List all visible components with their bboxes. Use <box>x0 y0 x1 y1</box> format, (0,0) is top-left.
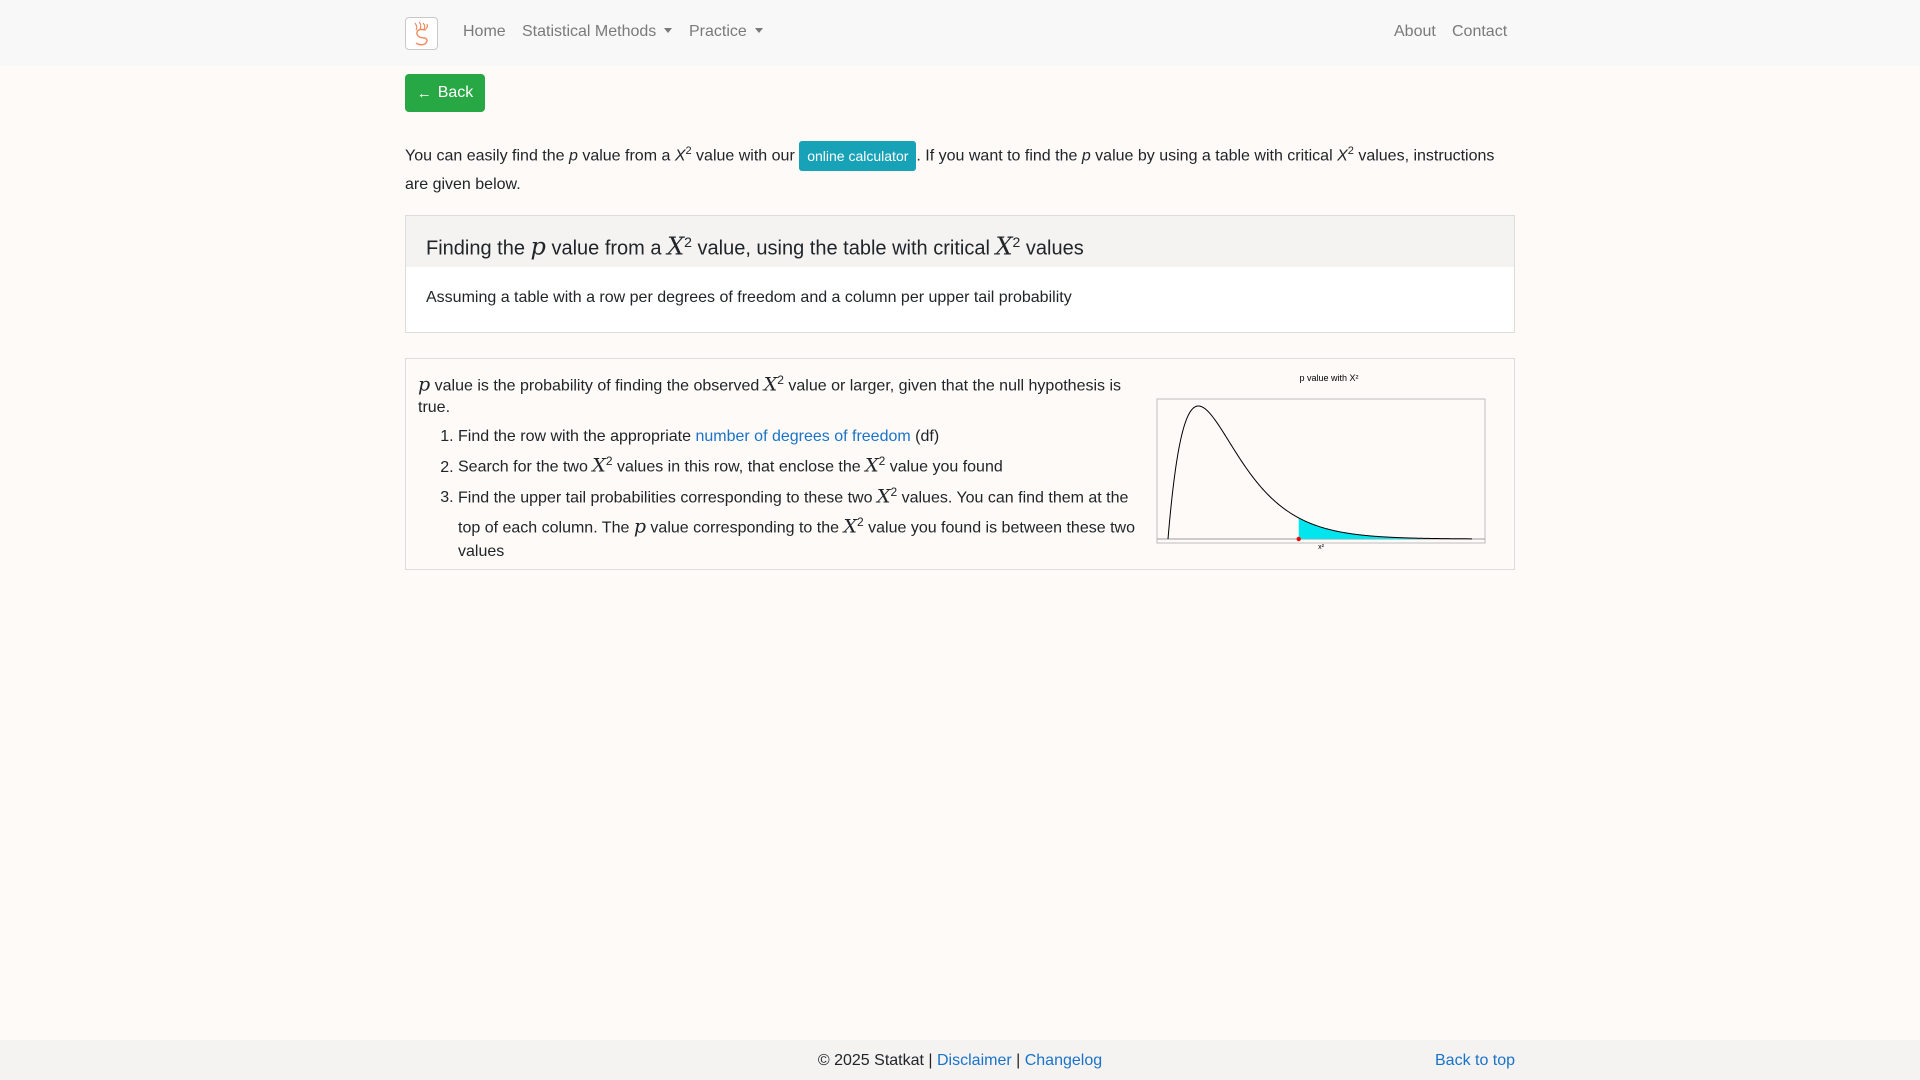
nav-statistical-methods[interactable]: Statistical Methods <box>522 22 673 42</box>
step-text: values in this row, that enclose the <box>612 458 866 476</box>
x-symbol: X <box>1337 147 1348 165</box>
nav-about[interactable]: About <box>1394 22 1436 42</box>
chart-svg: p value with X² x² <box>1156 373 1486 551</box>
x-symbol: X <box>995 232 1013 261</box>
superscript: 2 <box>777 373 784 387</box>
superscript: 2 <box>684 234 692 250</box>
step-text: Find the row with the appropriate <box>458 428 696 446</box>
intro-text: value by using a table with critical <box>1090 147 1338 165</box>
disclaimer-link[interactable]: Disclaimer <box>937 1052 1012 1069</box>
p-value-definition: p value is the probability of finding th… <box>418 369 1138 419</box>
back-button[interactable]: ← Back <box>405 74 485 112</box>
p-symbol: p <box>568 147 578 165</box>
step-2: Search for the two X2 values in this row… <box>458 449 1138 479</box>
navbar: Home Statistical Methods Practice About … <box>0 0 1920 66</box>
x-symbol: X <box>763 373 778 396</box>
step-text: value corresponding to the <box>645 519 844 537</box>
superscript: 2 <box>605 454 613 469</box>
definition-text: value is the probability of finding the … <box>430 377 764 395</box>
x-symbol: X <box>592 454 606 477</box>
chi-square-chart: p value with X² x² <box>1156 371 1501 551</box>
x-symbol: X <box>674 147 686 165</box>
statkat-logo[interactable] <box>405 17 438 50</box>
p-symbol: p <box>418 373 431 396</box>
nav-practice[interactable]: Practice <box>689 22 763 42</box>
footer-links: © 2025 Statkat | Disclaimer | Changelog <box>0 1052 1920 1070</box>
step-text: value you found <box>885 458 1003 476</box>
footer: © 2025 Statkat | Disclaimer | Changelog … <box>0 1040 1920 1080</box>
intro-text: . If you want to find the <box>916 147 1082 165</box>
p-symbol: p <box>530 232 546 261</box>
x-axis-label: x² <box>1318 544 1325 551</box>
x-symbol: X <box>876 484 891 507</box>
x-symbol: X <box>667 232 685 261</box>
nav-home[interactable]: Home <box>463 22 506 42</box>
p-symbol: p <box>1081 147 1091 165</box>
card-title-text: values <box>1020 237 1084 260</box>
nav-practice-label: Practice <box>689 23 747 40</box>
separator: | <box>1011 1052 1025 1069</box>
step-text: Search for the two <box>458 458 593 476</box>
card-title-text: value from a <box>545 237 668 260</box>
x-symbol: X <box>843 515 857 538</box>
intro-text: You can easily find the <box>405 147 569 165</box>
x-symbol: X <box>865 454 879 477</box>
step-1: Find the row with the appropriate number… <box>458 425 1138 449</box>
changelog-link[interactable]: Changelog <box>1025 1052 1102 1069</box>
chevron-down-icon <box>664 28 673 33</box>
online-calculator-button[interactable]: online calculator <box>799 141 917 172</box>
intro-paragraph: You can easily find the p value from a X… <box>405 137 1515 199</box>
intro-text: value from a <box>577 147 675 165</box>
back-to-top-link[interactable]: Back to top <box>1435 1052 1515 1070</box>
plot-frame <box>1156 398 1486 544</box>
card-header: Finding the p value from a X2 value, usi… <box>405 215 1515 268</box>
chart-title: p value with X² <box>1299 373 1358 383</box>
chevron-down-icon <box>754 28 763 33</box>
p-symbol: p <box>633 515 646 538</box>
instructions-text: p value is the probability of finding th… <box>418 369 1138 564</box>
intro-text: value with our <box>691 147 800 165</box>
nav-statistical-methods-label: Statistical Methods <box>522 23 657 40</box>
steps-list: Find the row with the appropriate number… <box>418 425 1138 564</box>
card-title-text: value, using the table with critical <box>691 237 996 260</box>
density-curve <box>1167 405 1473 540</box>
degrees-of-freedom-link[interactable]: number of degrees of freedom <box>695 428 910 445</box>
nav-contact[interactable]: Contact <box>1452 22 1507 42</box>
step-text: (df) <box>910 428 940 446</box>
card-title-text: Finding the <box>426 237 531 260</box>
step-text: Find the upper tail probabilities corres… <box>458 488 877 506</box>
observed-value-marker <box>1296 536 1301 542</box>
copyright-text: © 2025 Statkat | <box>817 1052 937 1069</box>
step-3: Find the upper tail probabilities corres… <box>458 480 1138 565</box>
instructions-panel: p value is the probability of finding th… <box>405 358 1515 570</box>
back-button-label: Back <box>437 84 474 101</box>
superscript: 2 <box>856 514 864 529</box>
card-body: Assuming a table with a row per degrees … <box>405 267 1515 333</box>
arrow-left-icon: ← <box>416 84 432 102</box>
